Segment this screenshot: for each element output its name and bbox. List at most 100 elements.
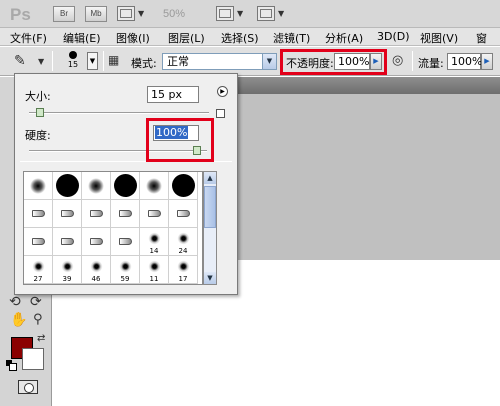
size-input[interactable]: 15 px [147,86,199,103]
brush-preset[interactable] [24,200,53,228]
size-slider-track[interactable] [29,112,209,114]
brush-preset[interactable] [82,200,111,228]
scrollbar-thumb[interactable] [204,186,216,228]
photoshop-logo: Ps [10,5,31,24]
brush-preset[interactable] [82,172,111,200]
size-slider-thumb[interactable] [36,108,44,117]
menu-3d[interactable]: 3D(D) [377,30,410,43]
brush-preset[interactable] [111,200,140,228]
divider [103,51,104,71]
brush-preset[interactable] [82,228,111,256]
brush-preset[interactable] [53,228,82,256]
brush-panel-icon[interactable]: ▦ [108,53,119,67]
scatter-brush-icon [61,260,74,273]
chevron-down-icon[interactable]: ▼ [262,54,276,69]
brush-preset[interactable] [24,172,53,200]
launch-bridge-button[interactable]: Br [53,6,75,22]
flow-input[interactable]: 100% [447,53,482,70]
hardness-label: 硬度: [25,129,51,142]
chevron-down-icon[interactable]: ▼ [38,57,44,66]
brush-preset[interactable]: 24 [169,228,198,256]
menu-view[interactable]: 视图(V) [420,30,458,46]
brush-preset-grid: 14 24 27 39 46 59 11 17 [23,171,203,285]
launch-mini-bridge-button[interactable]: Mb [85,6,107,22]
brush-preset[interactable] [24,228,53,256]
menu-file[interactable]: 文件(F) [10,30,47,46]
zoom-tool-icon[interactable]: ⚲ [33,312,43,327]
brush-tip-icon [177,210,190,217]
scroll-up-icon[interactable]: ▲ [204,172,216,184]
brush-preset[interactable] [53,200,82,228]
brush-size-number: 27 [33,275,43,283]
view-extras-icon[interactable] [117,6,135,21]
screen-mode-icon[interactable] [257,6,275,21]
brush-preset[interactable]: 59 [111,256,140,284]
hard-round-brush-icon [172,174,195,197]
opacity-highlight [280,49,387,75]
brush-tip-icon [61,238,74,245]
divider [412,51,413,71]
hardness-highlight [146,118,214,162]
new-preset-icon[interactable] [216,109,225,118]
scatter-brush-icon [32,260,45,273]
brush-preset[interactable]: 11 [140,256,169,284]
rotate-3d-icon[interactable]: ⟳ [30,294,42,310]
scatter-brush-icon [148,232,161,245]
flow-slider-button[interactable]: ▶ [481,53,493,70]
brush-preset[interactable]: 46 [82,256,111,284]
menu-select[interactable]: 选择(S) [221,30,259,46]
brush-tip-icon [119,210,132,217]
brush-picker-toggle-button[interactable]: ▼ [87,52,98,70]
brush-preset[interactable]: 39 [53,256,82,284]
menu-edit[interactable]: 编辑(E) [63,30,101,46]
size-label: 大小: [25,90,51,103]
brush-preset[interactable] [53,172,82,200]
brush-preset[interactable]: 14 [140,228,169,256]
brush-preset-picker[interactable]: 15 [60,49,86,73]
menu-window[interactable]: 窗 [476,30,487,46]
swap-colors-icon[interactable]: ⇄ [37,333,45,344]
menu-layer[interactable]: 图层(L) [168,30,205,46]
rotate-view-icon[interactable]: ⟲ [9,294,21,310]
brush-size-number: 14 [149,247,159,255]
chevron-down-icon[interactable]: ▼ [278,9,284,18]
hand-tool-icon[interactable]: ✋ [10,312,27,328]
background-color-swatch[interactable] [22,348,44,370]
menu-filter[interactable]: 滤镜(T) [273,30,310,46]
brush-tip-icon [61,210,74,217]
arrange-documents-icon[interactable] [216,6,234,21]
brush-tool-icon[interactable]: ✎ [14,53,26,69]
panel-menu-button[interactable]: ▶ [217,86,228,97]
chevron-down-icon[interactable]: ▼ [237,9,243,18]
chevron-down-icon[interactable]: ▼ [138,9,144,18]
quick-mask-button[interactable] [18,380,38,394]
application-bar: Ps Br Mb ▼ 50% ▼ ▼ [0,0,500,28]
soft-round-brush-icon [146,178,162,194]
brush-size-preview: 15 [67,60,79,69]
brush-size-number: 24 [178,247,188,255]
brush-preset[interactable] [140,172,169,200]
scatter-brush-icon [177,232,190,245]
brush-tip-icon [69,51,77,59]
blend-mode-select[interactable]: 正常 ▼ [162,53,277,70]
brush-preset[interactable]: 27 [24,256,53,284]
scroll-down-icon[interactable]: ▼ [204,272,216,284]
menu-image[interactable]: 图像(I) [116,30,150,46]
brush-preset[interactable]: 17 [169,256,198,284]
brush-preset[interactable] [169,172,198,200]
hard-round-brush-icon [114,174,137,197]
zoom-level[interactable]: 50% [163,8,185,20]
divider [52,51,53,71]
flow-label: 流量: [418,57,444,70]
brush-tip-icon [32,238,45,245]
default-colors-icon[interactable] [6,360,17,371]
brush-preset[interactable] [169,200,198,228]
brush-preset[interactable] [140,200,169,228]
preset-scrollbar[interactable]: ▲ ▼ [203,171,217,285]
brush-preset[interactable] [111,172,140,200]
menu-bar: 文件(F) 编辑(E) 图像(I) 图层(L) 选择(S) 滤镜(T) 分析(A… [0,28,500,46]
brush-size-number: 11 [149,275,159,283]
menu-analysis[interactable]: 分析(A) [325,30,363,46]
pressure-opacity-icon[interactable]: ◎ [392,53,403,68]
brush-preset[interactable] [111,228,140,256]
